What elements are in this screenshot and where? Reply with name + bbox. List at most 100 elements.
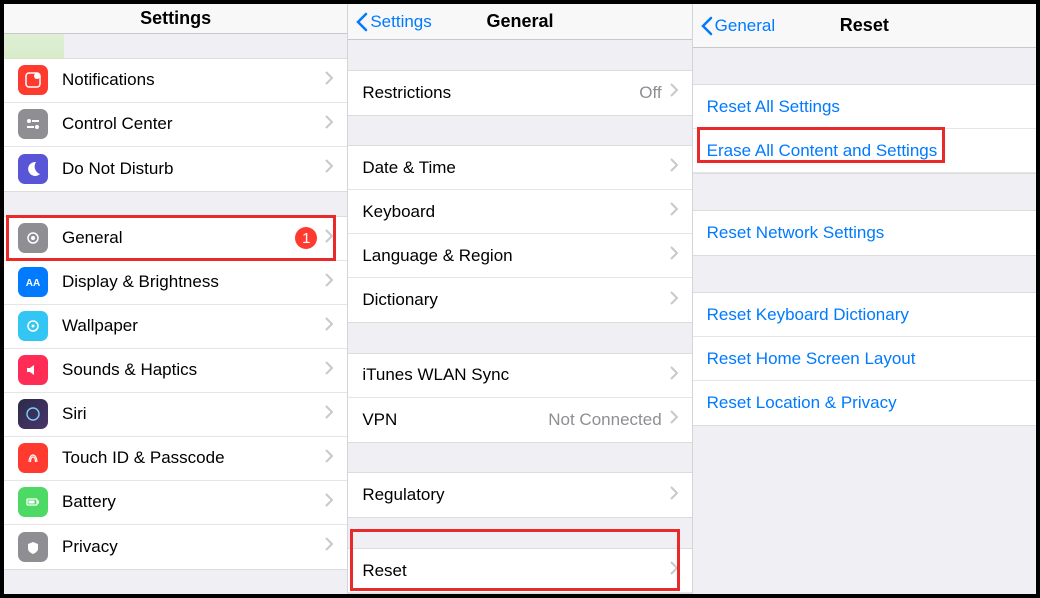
settings-title: Settings — [4, 8, 347, 29]
gear-icon — [18, 223, 48, 253]
spacer — [348, 323, 691, 353]
chevron-right-icon — [325, 229, 333, 248]
row-label: Control Center — [62, 114, 325, 134]
dnd-icon — [18, 154, 48, 184]
row-label: Privacy — [62, 537, 325, 557]
row-label: VPN — [362, 410, 548, 430]
row-label: General — [62, 228, 295, 248]
row-privacy[interactable]: Privacy — [4, 525, 347, 569]
spacer — [693, 48, 1036, 84]
chevron-left-icon — [356, 12, 368, 32]
row-battery[interactable]: Battery — [4, 481, 347, 525]
reset-group-1: Reset All Settings Erase All Content and… — [693, 84, 1036, 174]
general-group-1: Restrictions Off — [348, 70, 691, 116]
row-touchid[interactable]: Touch ID & Passcode — [4, 437, 347, 481]
chevron-right-icon — [670, 410, 678, 429]
row-itunes-wlan[interactable]: iTunes WLAN Sync — [348, 354, 691, 398]
row-general[interactable]: General 1 — [4, 217, 347, 261]
chevron-right-icon — [670, 83, 678, 102]
general-group-3: iTunes WLAN Sync VPN Not Connected — [348, 353, 691, 443]
chevron-right-icon — [325, 493, 333, 512]
settings-group-2: General 1 AA Display & Brightness Wallpa… — [4, 216, 347, 570]
row-label: Reset All Settings — [707, 97, 1022, 117]
spacer — [4, 570, 347, 594]
row-label: Battery — [62, 492, 325, 512]
spacer — [348, 518, 691, 548]
reset-navbar: General Reset — [693, 4, 1036, 48]
reset-group-3: Reset Keyboard Dictionary Reset Home Scr… — [693, 292, 1036, 426]
row-display[interactable]: AA Display & Brightness — [4, 261, 347, 305]
chevron-right-icon — [670, 366, 678, 385]
spacer — [693, 174, 1036, 210]
chevron-right-icon — [325, 115, 333, 134]
chevron-right-icon — [670, 202, 678, 221]
back-label: General — [715, 16, 775, 36]
row-reset-network[interactable]: Reset Network Settings — [693, 211, 1036, 255]
row-date-time[interactable]: Date & Time — [348, 146, 691, 190]
row-siri[interactable]: Siri — [4, 393, 347, 437]
chevron-right-icon — [670, 486, 678, 505]
chevron-right-icon — [670, 158, 678, 177]
spacer — [693, 256, 1036, 292]
chevron-right-icon — [325, 159, 333, 178]
row-label: Display & Brightness — [62, 272, 325, 292]
three-panel-frame: Settings Notifications Control Center Do… — [0, 0, 1040, 598]
row-reset-keyboard[interactable]: Reset Keyboard Dictionary — [693, 293, 1036, 337]
row-keyboard[interactable]: Keyboard — [348, 190, 691, 234]
row-dictionary[interactable]: Dictionary — [348, 278, 691, 322]
battery-icon — [18, 487, 48, 517]
row-reset[interactable]: Reset — [348, 549, 691, 593]
general-group-4: Regulatory — [348, 472, 691, 518]
reset-group-2: Reset Network Settings — [693, 210, 1036, 256]
chevron-right-icon — [325, 537, 333, 556]
row-label: Erase All Content and Settings — [707, 141, 1022, 161]
back-to-settings[interactable]: Settings — [356, 12, 431, 32]
row-label: Keyboard — [362, 202, 669, 222]
reset-column: General Reset Reset All Settings Erase A… — [693, 4, 1036, 594]
sounds-icon — [18, 355, 48, 385]
row-notifications[interactable]: Notifications — [4, 59, 347, 103]
spacer — [348, 443, 691, 473]
touchid-icon — [18, 443, 48, 473]
row-vpn[interactable]: VPN Not Connected — [348, 398, 691, 442]
settings-group-1: Notifications Control Center Do Not Dist… — [4, 58, 347, 192]
row-label: Restrictions — [362, 83, 639, 103]
row-label: Reset Network Settings — [707, 223, 1022, 243]
siri-icon — [18, 399, 48, 429]
row-regulatory[interactable]: Regulatory — [348, 473, 691, 517]
row-label: Siri — [62, 404, 325, 424]
spacer — [348, 116, 691, 146]
settings-navbar: Settings — [4, 4, 347, 34]
row-label: Reset Home Screen Layout — [707, 349, 1022, 369]
chevron-right-icon — [670, 291, 678, 310]
row-label: Touch ID & Passcode — [62, 448, 325, 468]
row-wallpaper[interactable]: Wallpaper — [4, 305, 347, 349]
control-center-icon — [18, 109, 48, 139]
row-erase-all[interactable]: Erase All Content and Settings — [693, 129, 1036, 173]
general-group-5: Reset — [348, 548, 691, 594]
general-column: Settings General Restrictions Off Date &… — [348, 4, 692, 594]
spacer — [348, 40, 691, 70]
general-group-2: Date & Time Keyboard Language & Region D… — [348, 145, 691, 323]
row-label: Date & Time — [362, 158, 669, 178]
row-control-center[interactable]: Control Center — [4, 103, 347, 147]
row-label: Language & Region — [362, 246, 669, 266]
row-label: iTunes WLAN Sync — [362, 365, 669, 385]
row-sounds[interactable]: Sounds & Haptics — [4, 349, 347, 393]
spacer — [4, 34, 347, 58]
row-language-region[interactable]: Language & Region — [348, 234, 691, 278]
back-to-general[interactable]: General — [701, 16, 775, 36]
chevron-right-icon — [325, 273, 333, 292]
row-label: Reset Location & Privacy — [707, 393, 1022, 413]
row-dnd[interactable]: Do Not Disturb — [4, 147, 347, 191]
row-reset-home[interactable]: Reset Home Screen Layout — [693, 337, 1036, 381]
row-restrictions[interactable]: Restrictions Off — [348, 71, 691, 115]
row-label: Notifications — [62, 70, 325, 90]
row-reset-location[interactable]: Reset Location & Privacy — [693, 381, 1036, 425]
spacer — [4, 192, 347, 216]
chevron-right-icon — [325, 405, 333, 424]
notifications-icon — [18, 65, 48, 95]
row-reset-all-settings[interactable]: Reset All Settings — [693, 85, 1036, 129]
row-label: Do Not Disturb — [62, 159, 325, 179]
row-label: Reset Keyboard Dictionary — [707, 305, 1022, 325]
